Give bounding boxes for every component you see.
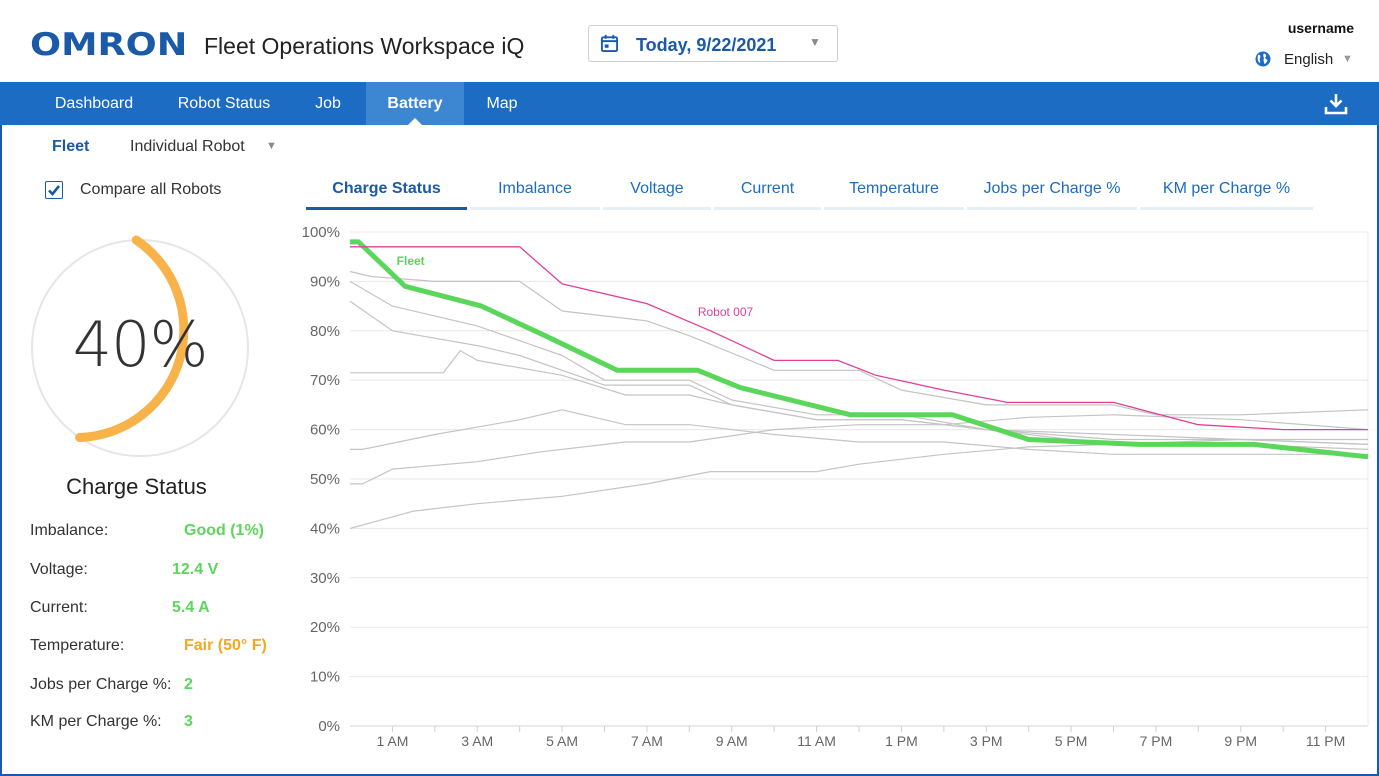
x-tick-label: 3 AM — [461, 733, 493, 749]
nav-job[interactable]: Job — [300, 82, 356, 125]
series-label-robot-007: Robot 007 — [698, 305, 754, 319]
y-tick-label: 0% — [318, 718, 340, 735]
y-tick-label: 20% — [310, 619, 340, 636]
globe-icon — [1255, 51, 1271, 67]
stat-imbalance: Imbalance: Good (1%) — [30, 522, 290, 544]
stat-label: Current: — [30, 599, 88, 616]
series-label-fleet: Fleet — [397, 254, 425, 268]
x-tick-label: 11 AM — [797, 733, 836, 749]
username[interactable]: username — [1288, 20, 1354, 36]
individual-robot-dropdown[interactable]: Individual Robot — [130, 138, 245, 156]
date-value: Today, 9/22/2021 — [636, 35, 777, 55]
nav-map[interactable]: Map — [472, 82, 532, 125]
tab-imbalance[interactable]: Imbalance — [470, 170, 600, 210]
tab-charge-status[interactable]: Charge Status — [306, 170, 467, 210]
x-tick-label: 1 AM — [376, 733, 408, 749]
y-tick-label: 10% — [310, 669, 340, 686]
main-nav: Dashboard Robot Status Job Battery Map — [0, 82, 1379, 125]
charge-status-chart: 0% 10% 20% 30% 40% 50% 60% 70% 80% 90% 100% 1 AM 3 A… — [302, 224, 1369, 749]
language-label: English — [1284, 51, 1334, 68]
tab-current[interactable]: Current — [714, 170, 821, 210]
robot-series-line — [349, 438, 1368, 529]
y-tick-label: 30% — [310, 570, 340, 587]
date-picker[interactable]: Today, 9/22/2021 ▼ — [588, 25, 838, 62]
check-icon — [48, 185, 61, 196]
chevron-down-icon: ▼ — [1342, 53, 1353, 65]
y-tick-label: 70% — [310, 372, 340, 389]
tab-temperature[interactable]: Temperature — [824, 170, 964, 210]
robot-series-line — [349, 300, 1369, 450]
nav-battery[interactable]: Battery — [366, 82, 464, 125]
stat-label: Imbalance: — [30, 522, 109, 539]
stat-value: 2 — [184, 676, 193, 693]
download-icon[interactable] — [1324, 92, 1348, 116]
chart-tabs: Charge Status Imbalance Voltage Current … — [306, 170, 1316, 210]
stat-value: 3 — [184, 713, 193, 730]
calendar-icon — [600, 34, 619, 53]
stat-label: Temperature: — [30, 637, 125, 654]
x-tick-label: 7 AM — [631, 733, 663, 749]
y-tick-label: 100% — [302, 224, 340, 241]
x-tick-label: 9 PM — [1224, 733, 1257, 749]
y-tick-label: 80% — [310, 323, 340, 340]
x-tick-label: 7 PM — [1140, 733, 1173, 749]
chevron-down-icon: ▼ — [809, 35, 821, 49]
nav-dashboard[interactable]: Dashboard — [36, 82, 152, 125]
app-title: Fleet Operations Workspace iQ — [204, 33, 525, 59]
x-tick-label: 5 AM — [546, 733, 578, 749]
y-tick-label: 90% — [310, 273, 340, 290]
stat-label: Jobs per Charge %: — [30, 676, 172, 693]
gauge-value: 40% — [72, 308, 209, 381]
x-tick-label: 11 PM — [1306, 733, 1345, 749]
stat-km-per-charge: KM per Charge %: 3 — [30, 713, 290, 735]
robot-series-line — [350, 350, 1369, 445]
x-tick-label: 3 PM — [970, 733, 1003, 749]
stat-jobs-per-charge: Jobs per Charge %: 2 — [30, 676, 290, 698]
tab-jobs-per-charge[interactable]: Jobs per Charge % — [967, 170, 1137, 210]
stat-voltage: Voltage: 12.4 V — [30, 561, 290, 583]
fleet-tab[interactable]: Fleet — [52, 138, 89, 156]
stat-value: 5.4 A — [172, 599, 210, 616]
compare-checkbox[interactable] — [45, 181, 63, 199]
stat-value: Fair (50° F) — [184, 637, 267, 654]
stat-value: Good (1%) — [184, 522, 264, 539]
x-tick-label: 1 PM — [885, 733, 918, 749]
robot-series-line — [349, 270, 1369, 416]
stat-current: Current: 5.4 A — [30, 599, 290, 621]
tab-km-per-charge[interactable]: KM per Charge % — [1140, 170, 1313, 210]
x-tick-label: 9 AM — [716, 733, 748, 749]
y-tick-label: 40% — [310, 520, 340, 537]
tab-voltage[interactable]: Voltage — [603, 170, 711, 210]
stat-value: 12.4 V — [172, 561, 219, 578]
gauge-label: Charge Status — [66, 474, 207, 499]
compare-label: Compare all Robots — [80, 181, 222, 198]
stat-label: KM per Charge %: — [30, 713, 162, 730]
series-line-robot-007 — [350, 246, 1368, 431]
nav-robot-status[interactable]: Robot Status — [160, 82, 288, 125]
x-tick-label: 5 PM — [1055, 733, 1088, 749]
stat-label: Voltage: — [30, 561, 88, 578]
omron-logo: OMRON — [30, 27, 188, 63]
y-tick-label: 50% — [310, 471, 340, 488]
y-tick-label: 60% — [310, 422, 340, 439]
stat-temperature: Temperature: Fair (50° F) — [30, 637, 290, 659]
app-header: OMRON Fleet Operations Workspace iQ Toda… — [0, 0, 1379, 82]
chevron-down-icon[interactable]: ▼ — [266, 140, 277, 152]
